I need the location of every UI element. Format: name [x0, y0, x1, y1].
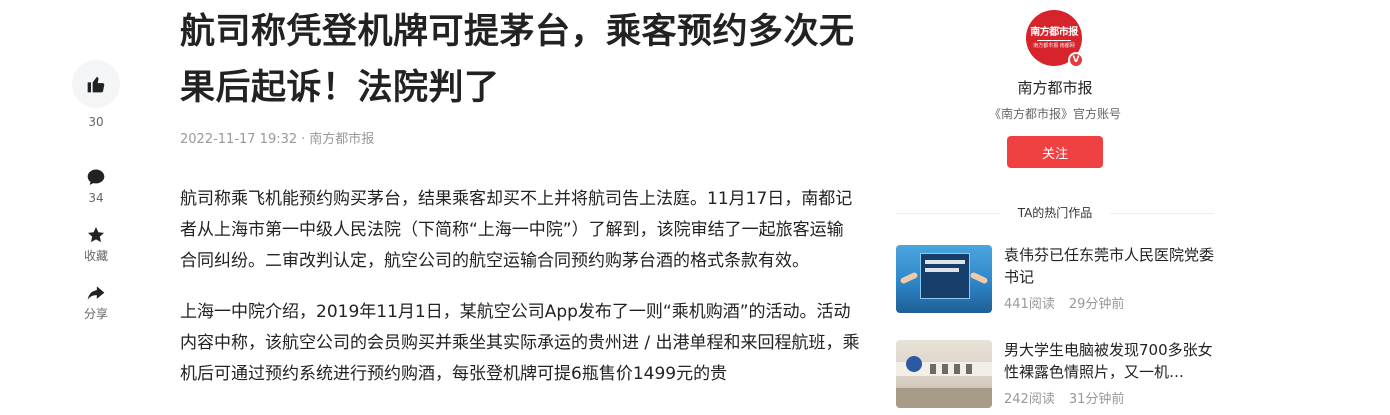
thumbnail-shape	[896, 388, 992, 408]
thumbnail-shape	[966, 364, 972, 374]
share-button[interactable]: 分享	[70, 282, 122, 322]
article-paragraph: 上海一中院介绍，2019年11月1日，某航空公司App发布了一则“乘机购酒”的活…	[180, 302, 860, 384]
favorite-label: 收藏	[83, 249, 108, 263]
hot-item-thumbnail[interactable]	[896, 245, 992, 313]
thumbnail-shape	[954, 364, 960, 374]
comment-icon	[85, 166, 107, 188]
favorite-button[interactable]: 收藏	[70, 224, 122, 264]
avatar-logo-rule	[1037, 40, 1071, 41]
hot-item-meta: 441阅读 29分钟前	[1004, 296, 1124, 314]
hot-item-meta: 242阅读 31分钟前	[1004, 391, 1124, 409]
comment-count: 34	[88, 191, 104, 205]
hot-item-headline[interactable]: 男大学生电脑被发现700多张女性裸露色情照片，又一机…	[1004, 339, 1214, 383]
thumbnail-shape	[969, 271, 989, 285]
hot-item-reads: 242阅读	[1004, 392, 1055, 407]
hot-item[interactable]: 袁伟芬已任东莞市人民医院党委书记 441阅读 29分钟前	[896, 245, 1214, 317]
article: 航司称凭登机牌可提茅台，乘客预约多次无果后起诉！法院判了 2022-11-17 …	[180, 4, 860, 410]
article-source[interactable]: 南方都市报	[309, 132, 374, 147]
thumbnail-shape	[899, 271, 919, 285]
hot-item-thumbnail[interactable]	[896, 340, 992, 408]
hot-item-time: 29分钟前	[1068, 297, 1125, 312]
like-count: 30	[88, 115, 104, 129]
share-label: 分享	[83, 307, 108, 321]
article-meta: 2022-11-17 19:32 · 南方都市报	[180, 130, 860, 150]
hot-item[interactable]: 男大学生电脑被发现700多张女性裸露色情照片，又一机… 242阅读 31分钟前	[896, 340, 1214, 412]
avatar-logo-subtext: 南方都市报 南都网	[1033, 43, 1075, 49]
star-icon	[85, 224, 107, 246]
avatar-logo-text: 南方都市报	[1030, 27, 1078, 38]
thumbnail-shape	[930, 364, 936, 374]
thumbnail-board-shape	[920, 253, 970, 299]
hot-item-headline[interactable]: 袁伟芬已任东莞市人民医院党委书记	[1004, 244, 1214, 288]
follow-button[interactable]: 关注	[1007, 136, 1103, 168]
like-button[interactable]	[72, 60, 120, 108]
publish-time: 2022-11-17 19:32	[180, 132, 298, 147]
author-description: 《南方都市报》官方账号	[988, 107, 1121, 121]
thumbnail-shape	[942, 364, 948, 374]
meta-separator: ·	[301, 132, 306, 147]
thumbnail-line	[925, 260, 965, 264]
author-avatar[interactable]: 南方都市报 南方都市报 南都网 V	[1026, 10, 1084, 68]
action-rail: 30 34 收藏 分享	[70, 60, 122, 322]
article-body: 航司称乘飞机能预约购买茅台，结果乘客却买不上并将航司告上法庭。11月17日，南都…	[180, 184, 860, 390]
article-paragraph: 航司称乘飞机能预约购买茅台，结果乘客却买不上并将航司告上法庭。11月17日，南都…	[180, 189, 853, 271]
hot-section-title: TA的热门作品	[1017, 206, 1093, 220]
article-title: 航司称凭登机牌可提茅台，乘客预约多次无果后起诉！法院判了	[180, 12, 855, 108]
comment-button[interactable]: 34	[70, 166, 122, 206]
thumbnail-line	[925, 268, 959, 272]
thumbs-up-icon	[85, 73, 107, 95]
author-name[interactable]: 南方都市报	[896, 78, 1214, 98]
hot-item-time: 31分钟前	[1068, 392, 1125, 407]
hot-item-reads: 441阅读	[1004, 297, 1055, 312]
thumbnail-shape	[906, 356, 922, 372]
share-icon	[85, 282, 107, 304]
verified-icon: V	[1068, 52, 1084, 68]
